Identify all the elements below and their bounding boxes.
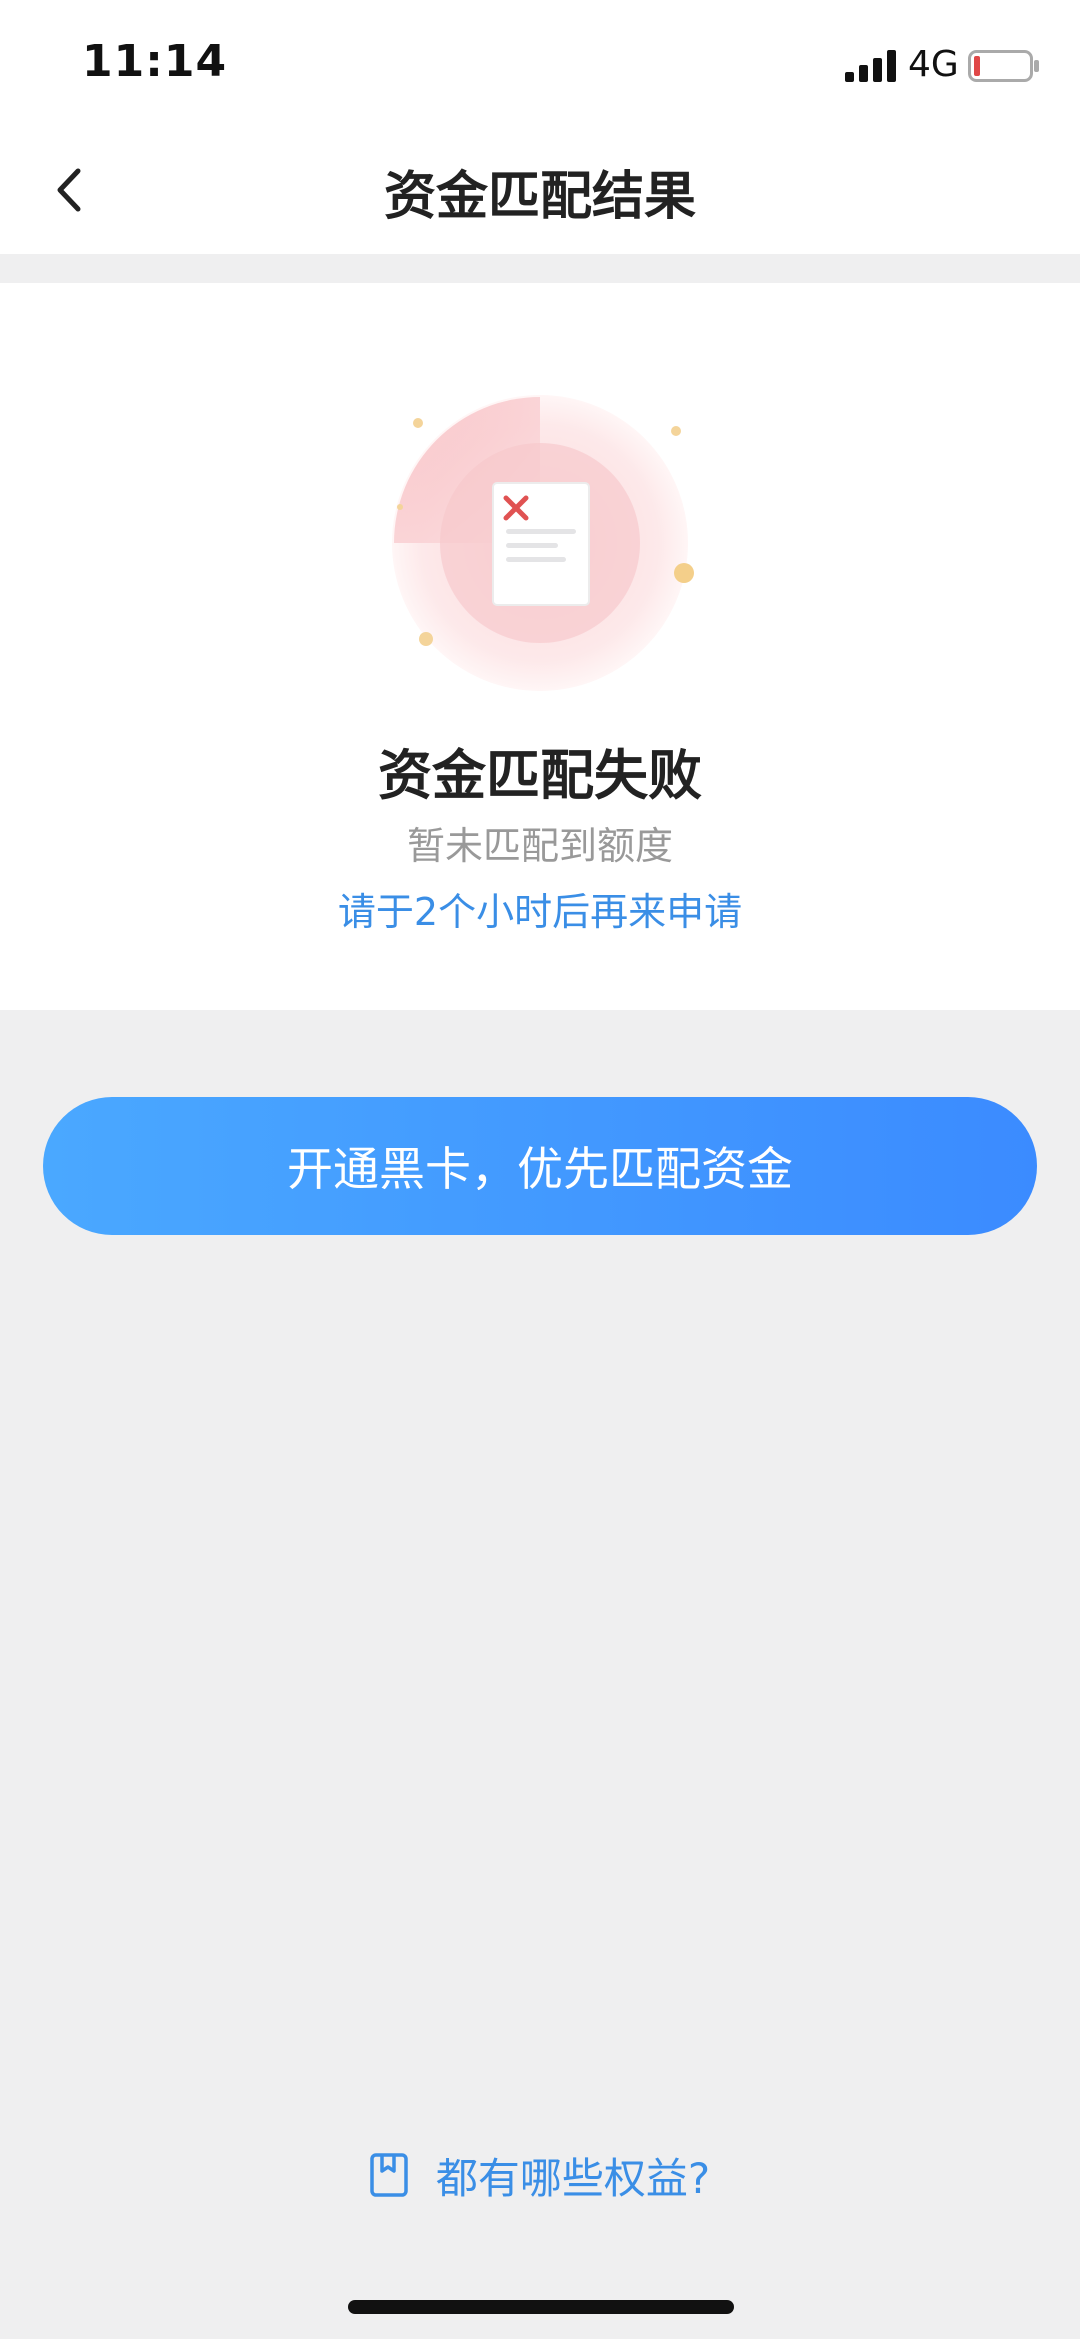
battery-icon [968,50,1039,82]
status-time: 11:14 [82,36,228,87]
network-label: 4G [908,44,959,85]
book-icon [370,2153,408,2197]
page-title: 资金匹配结果 [383,167,696,227]
result-title: 资金匹配失败 [378,744,702,807]
benefits-label: 都有哪些权益? [435,2153,711,2203]
document-error-icon [392,395,694,691]
nav-bar: 资金匹配结果 [0,130,1080,254]
benefits-link[interactable]: 都有哪些权益? [0,2140,1080,2210]
open-black-card-button[interactable]: 开通黑卡，优先匹配资金 [43,1097,1037,1235]
home-indicator[interactable] [348,2300,734,2314]
signal-icon [845,50,896,82]
status-bar: 11:14 4G [0,0,1080,130]
result-hint: 请于2个小时后再来申请 [337,890,743,934]
result-subtitle: 暂未匹配到额度 [406,824,673,868]
result-card: 资金匹配失败 暂未匹配到额度 请于2个小时后再来申请 [0,283,1080,1010]
